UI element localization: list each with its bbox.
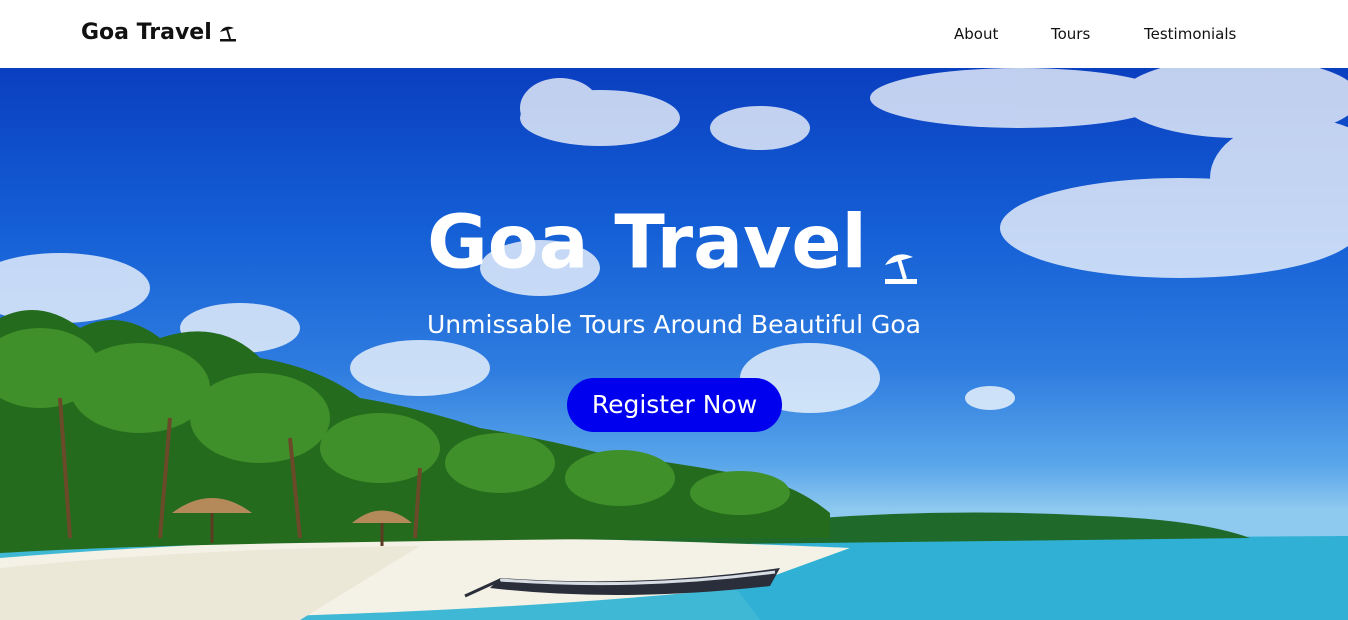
- hero-section: Goa Travel Unmissable Tours Around Beaut…: [0, 68, 1348, 620]
- navbar: Goa Travel About Tours Testimonials: [0, 0, 1348, 68]
- beach-umbrella-icon: [218, 23, 238, 43]
- hero-subtitle: Unmissable Tours Around Beautiful Goa: [427, 310, 921, 339]
- nav-link-about[interactable]: About: [954, 25, 998, 43]
- nav-link-testimonials[interactable]: Testimonials: [1144, 25, 1236, 43]
- hero-title-text: Goa Travel: [427, 199, 867, 286]
- brand-logo-link[interactable]: Goa Travel: [81, 20, 238, 45]
- hero-title: Goa Travel: [0, 198, 1348, 286]
- hero-background-image: [0, 68, 1348, 620]
- register-now-button[interactable]: Register Now: [567, 378, 782, 432]
- nav-link-tours[interactable]: Tours: [1051, 25, 1090, 43]
- brand-name: Goa Travel: [81, 20, 212, 45]
- beach-umbrella-icon: [881, 222, 921, 285]
